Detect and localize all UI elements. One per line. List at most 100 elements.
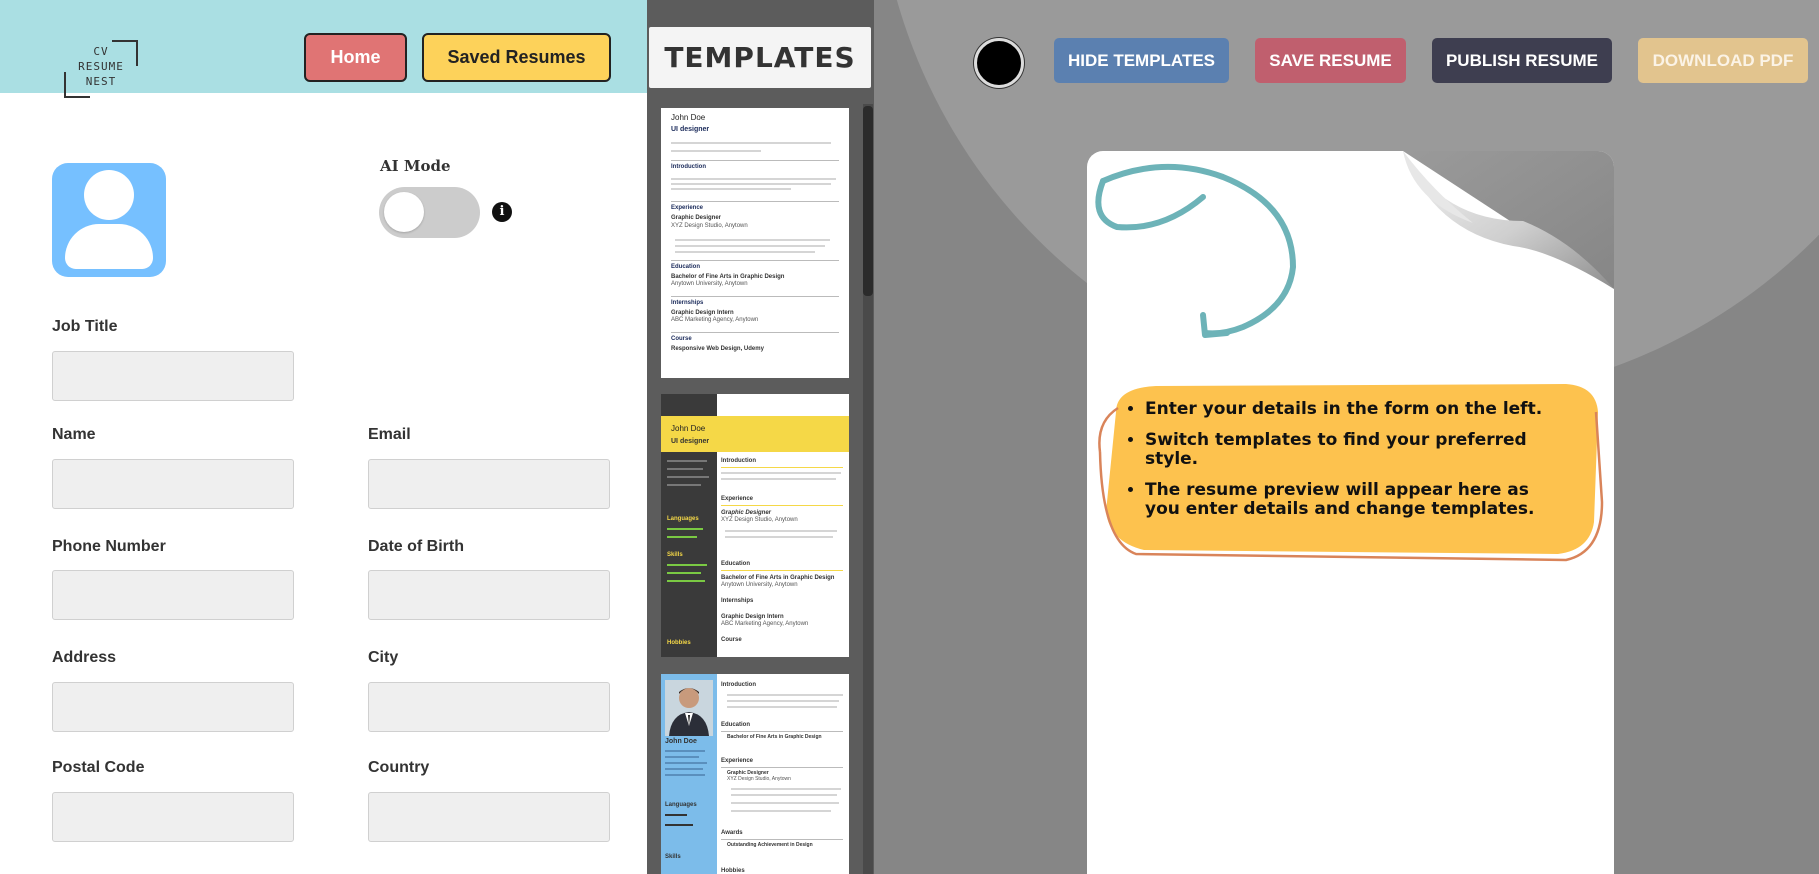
date-of-birth-label: Date of Birth: [368, 538, 464, 555]
save-resume-button[interactable]: SAVE RESUME: [1255, 38, 1406, 83]
placeholder-line: [731, 794, 837, 796]
placeholder-line: [667, 528, 703, 530]
template-role: UI designer: [671, 126, 710, 133]
template-thumbnail-2[interactable]: John Doe UI designer Languages Skills Ho…: [661, 394, 849, 657]
placeholder-line: [725, 530, 837, 532]
job-title-input[interactable]: [52, 351, 294, 401]
placeholder-line: [675, 245, 825, 247]
template-side-section: Skills: [667, 552, 683, 558]
template-section: Hobbies: [721, 868, 745, 874]
hide-templates-button[interactable]: HIDE TEMPLATES: [1054, 38, 1229, 83]
top-navbar: CV RESUME NEST Home Saved Resumes: [0, 0, 647, 98]
tip-item: Enter your details in the form on the le…: [1145, 400, 1565, 419]
name-label: Name: [52, 426, 96, 443]
job-title-label: Job Title: [52, 318, 118, 335]
placeholder-line: [667, 476, 709, 478]
template-section: Education: [721, 722, 751, 728]
template-section: Introduction: [721, 458, 756, 464]
templates-sidebar: TEMPLATES John Doe UI designer Introduct…: [647, 0, 874, 874]
address-input[interactable]: [52, 682, 294, 732]
placeholder-line: [665, 824, 693, 826]
template-name: John Doe: [671, 113, 706, 122]
placeholder-line: [667, 572, 701, 574]
template-side-section: Skills: [665, 854, 681, 860]
template-detail: XYZ Design Studio, Anytown: [671, 223, 748, 229]
tips-list: Enter your details in the form on the le…: [1145, 400, 1565, 531]
section-rule: [671, 332, 839, 333]
template-thumbnail-1[interactable]: John Doe UI designer Introduction Experi…: [661, 108, 849, 378]
placeholder-line: [731, 802, 839, 804]
template-detail: XYZ Design Studio, Anytown: [721, 517, 798, 523]
profile-photo-upload[interactable]: [52, 163, 166, 277]
placeholder-line: [665, 768, 703, 770]
template-detail: Anytown University, Anytown: [671, 281, 748, 287]
section-rule: [721, 570, 843, 571]
city-input[interactable]: [368, 682, 610, 732]
placeholder-line: [667, 484, 701, 486]
template-side-section: Languages: [667, 516, 699, 522]
section-rule: [671, 260, 839, 261]
template-detail: Bachelor of Fine Arts in Graphic Design: [671, 274, 785, 280]
scrollbar-thumb[interactable]: [863, 106, 873, 296]
placeholder-line: [665, 814, 687, 816]
template-banner: [661, 416, 849, 452]
email-input[interactable]: [368, 459, 610, 509]
theme-color-picker[interactable]: [974, 38, 1024, 88]
template-name: John Doe: [665, 738, 697, 745]
date-of-birth-input[interactable]: [368, 570, 610, 620]
template-detail: Bachelor of Fine Arts in Graphic Design: [721, 575, 835, 581]
section-rule: [721, 839, 843, 840]
placeholder-line: [727, 706, 837, 708]
placeholder-line: [667, 468, 703, 470]
placeholder-line: [667, 564, 707, 566]
saved-resumes-button[interactable]: Saved Resumes: [422, 33, 611, 82]
placeholder-line: [721, 472, 841, 474]
template-detail: Outstanding Achievement in Design: [727, 842, 813, 848]
country-input[interactable]: [368, 792, 610, 842]
template-detail: ABC Marketing Agency, Anytown: [671, 317, 759, 323]
template-detail: Graphic Design Intern: [721, 614, 784, 620]
section-rule: [671, 296, 839, 297]
template-detail: Bachelor of Fine Arts in Graphic Design: [727, 734, 822, 740]
cv-resume-nest-logo[interactable]: CV RESUME NEST: [64, 40, 138, 98]
logo-line: RESUME: [78, 60, 124, 73]
template-thumbnail-3[interactable]: John Doe Languages Skills Introduction E…: [661, 674, 849, 874]
name-input[interactable]: [52, 459, 294, 509]
avatar-body-icon: [65, 224, 153, 269]
placeholder-line: [721, 478, 836, 480]
arrow-doodle-icon: [1095, 164, 1297, 338]
placeholder-line: [671, 178, 836, 180]
ai-mode-toggle[interactable]: [379, 187, 480, 238]
template-detail: Graphic Design Intern: [671, 310, 734, 316]
phone-number-input[interactable]: [52, 570, 294, 620]
tip-item: The resume preview will appear here as y…: [1145, 481, 1565, 519]
resume-form-panel: CV RESUME NEST Home Saved Resumes AI Mod…: [0, 0, 647, 874]
placeholder-line: [671, 142, 831, 144]
publish-resume-button[interactable]: PUBLISH RESUME: [1432, 38, 1612, 83]
toggle-knob: [384, 192, 424, 232]
placeholder-line: [675, 251, 815, 253]
template-section: Education: [671, 264, 701, 270]
section-rule: [721, 731, 843, 732]
placeholder-line: [667, 460, 707, 462]
info-icon[interactable]: i: [492, 202, 512, 222]
country-label: Country: [368, 759, 430, 776]
logo-line: CV: [93, 45, 109, 58]
template-section: Education: [721, 561, 751, 567]
postal-code-input[interactable]: [52, 792, 294, 842]
logo-text: CV RESUME NEST: [64, 44, 138, 89]
placeholder-line: [731, 788, 841, 790]
templates-scrollbar[interactable]: [863, 104, 873, 874]
placeholder-line: [671, 150, 761, 152]
home-button[interactable]: Home: [304, 33, 407, 82]
ai-mode-label: AI Mode: [380, 157, 451, 175]
placeholder-line: [667, 536, 697, 538]
download-pdf-button[interactable]: DOWNLOAD PDF: [1638, 38, 1808, 83]
template-detail: XYZ Design Studio, Anytown: [727, 776, 791, 782]
template-section: Experience: [721, 496, 754, 502]
template-section: Introduction: [671, 164, 706, 170]
templates-title: TEMPLATES: [649, 27, 871, 88]
template-side-section: Languages: [665, 802, 697, 808]
template-detail: ABC Marketing Agency, Anytown: [721, 621, 809, 627]
template-section: Experience: [671, 205, 704, 211]
